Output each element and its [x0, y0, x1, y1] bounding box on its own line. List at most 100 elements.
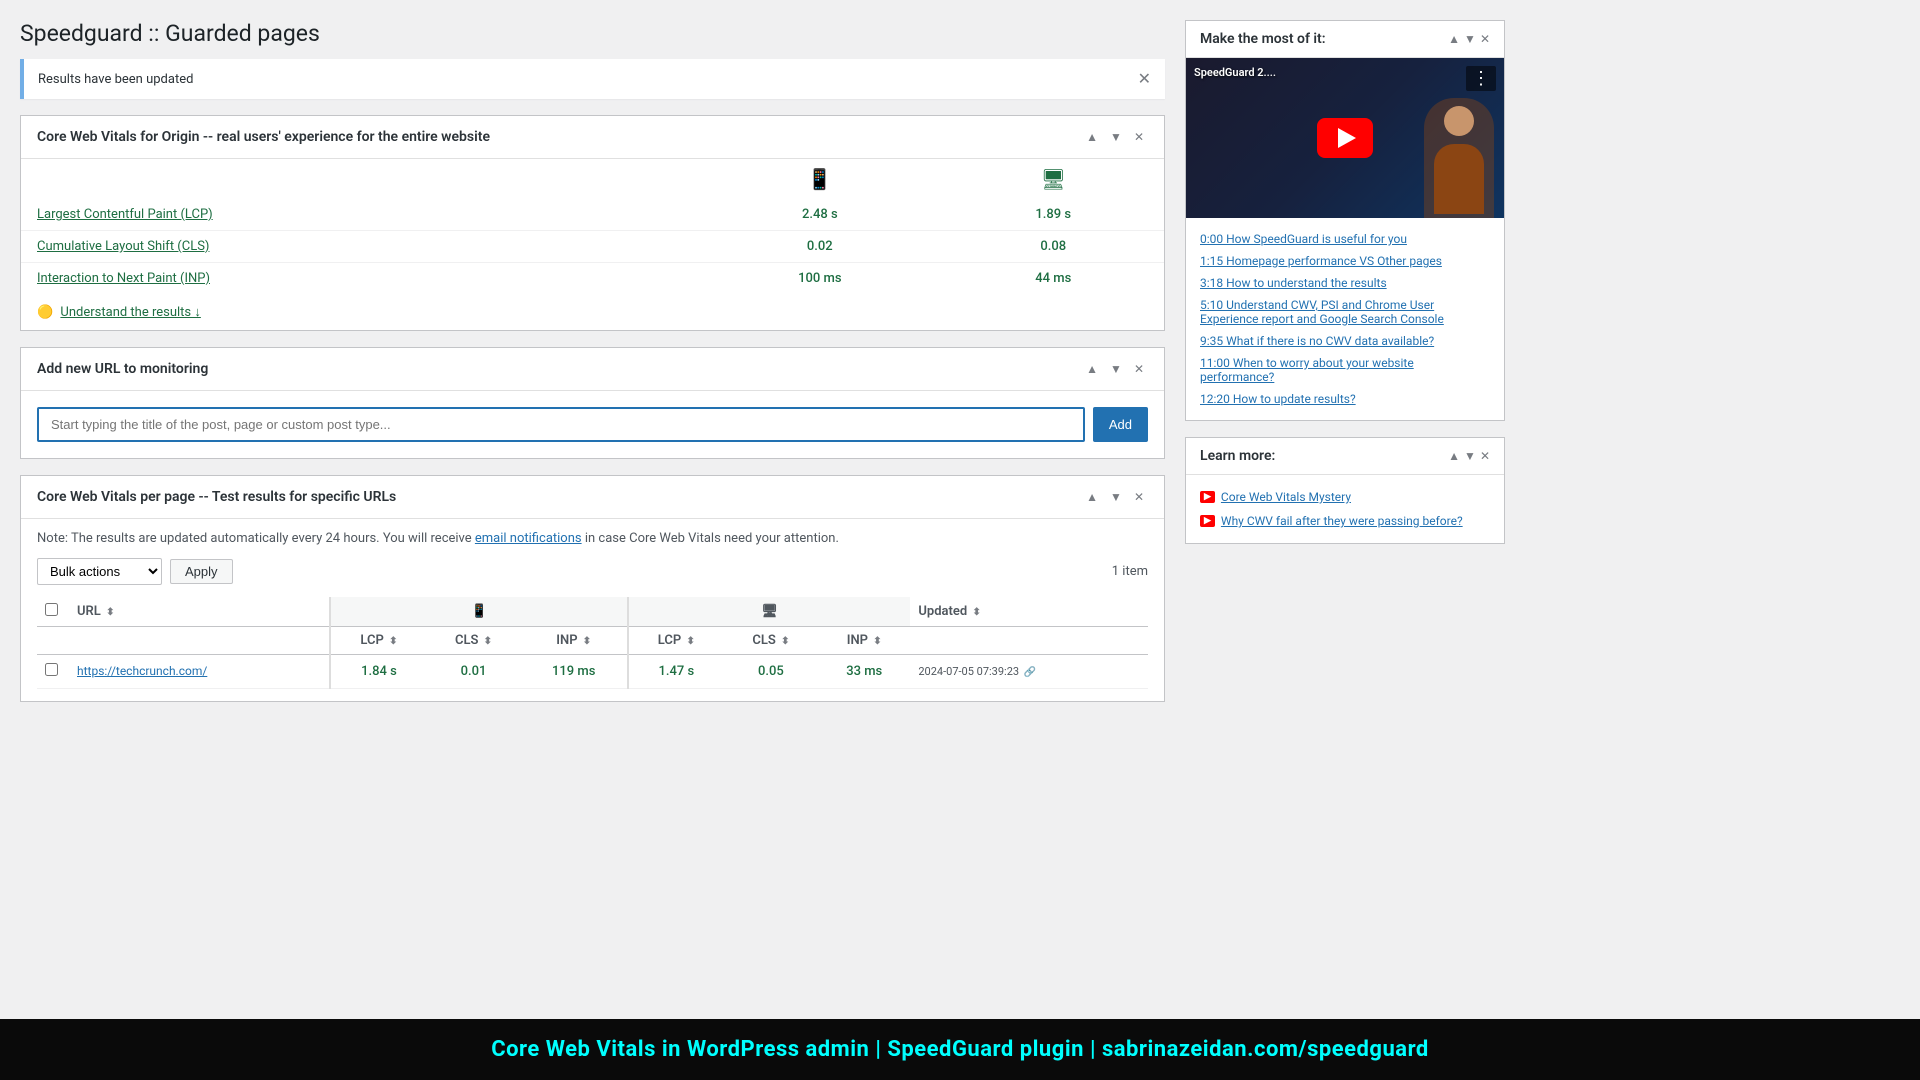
video-menu-icon[interactable]: ⋮ [1466, 66, 1496, 91]
toc-link[interactable]: 1:15 Homepage performance VS Other pages [1200, 254, 1442, 268]
toc-item: 12:20 How to update results? [1200, 388, 1490, 410]
email-notifications-link[interactable]: email notifications [475, 531, 582, 546]
bulk-actions-select[interactable]: Bulk actions [37, 558, 162, 585]
bulk-row: Bulk actions Apply 1 item [37, 558, 1148, 585]
toc-link[interactable]: 11:00 When to worry about your website p… [1200, 356, 1414, 384]
learn-item: ▶Why CWV fail after they were passing be… [1200, 509, 1490, 533]
play-triangle [1338, 128, 1356, 148]
updated-subheader [910, 627, 1148, 655]
metric-link[interactable]: Largest Contentful Paint (LCP) [37, 207, 213, 222]
toc-item: 1:15 Homepage performance VS Other pages [1200, 250, 1490, 272]
learn-more-collapse-down[interactable]: ▼ [1464, 449, 1476, 463]
desktop-group-header: 🖥 [628, 597, 911, 627]
desktop-value: 1.89 s [943, 199, 1164, 231]
cwv-origin-collapse-down[interactable]: ▼ [1106, 128, 1126, 146]
cwv-origin-header: Core Web Vitals for Origin -- real users… [21, 116, 1164, 159]
checkbox-spacer [37, 627, 69, 655]
table-row: Cumulative Layout Shift (CLS) 0.02 0.08 [21, 231, 1164, 263]
updated-sort-icon: ⬍ [972, 607, 980, 618]
add-url-card: Add new URL to monitoring ▲ ▼ ✕ Add [20, 347, 1165, 459]
mobile-cls-sort: ⬍ [484, 636, 492, 647]
mobile-inp-value: 119 ms [521, 655, 628, 689]
metric-link[interactable]: Interaction to Next Paint (INP) [37, 271, 210, 286]
make-most-collapse-down[interactable]: ▼ [1464, 32, 1476, 46]
per-page-header: Core Web Vitals per page -- Test results… [21, 476, 1164, 519]
per-page-collapse-up[interactable]: ▲ [1082, 488, 1102, 506]
mobile-device-icon: 📱 [471, 604, 487, 619]
table-row: https://techcrunch.com/ 1.84 s 0.01 119 … [37, 655, 1148, 689]
per-page-close[interactable]: ✕ [1130, 488, 1148, 506]
make-most-controls: ▲ ▼ ✕ [1448, 32, 1490, 46]
row-checkbox-cell [37, 655, 69, 689]
learn-more-collapse-up[interactable]: ▲ [1448, 449, 1460, 463]
cwv-origin-collapse-up[interactable]: ▲ [1082, 128, 1102, 146]
mobile-value: 100 ms [697, 263, 942, 295]
toc-link[interactable]: 9:35 What if there is no CWV data availa… [1200, 334, 1434, 348]
make-most-collapse-up[interactable]: ▲ [1448, 32, 1460, 46]
url-sort-icon: ⬍ [106, 607, 114, 618]
add-url-input[interactable] [37, 407, 1085, 442]
toc-item: 11:00 When to worry about your website p… [1200, 352, 1490, 388]
mobile-lcp-header[interactable]: LCP ⬍ [330, 627, 426, 655]
item-count: 1 item [1112, 564, 1148, 579]
learn-more-card: Learn more: ▲ ▼ ✕ ▶Core Web Vitals Myste… [1185, 437, 1505, 544]
metric-link[interactable]: Cumulative Layout Shift (CLS) [37, 239, 209, 254]
desktop-lcp-header[interactable]: LCP ⬍ [628, 627, 724, 655]
per-page-title: Core Web Vitals per page -- Test results… [37, 489, 396, 505]
add-url-controls: ▲ ▼ ✕ [1082, 360, 1148, 378]
video-play-button[interactable] [1317, 118, 1373, 158]
per-page-card: Core Web Vitals per page -- Test results… [20, 475, 1165, 702]
toc-link[interactable]: 3:18 How to understand the results [1200, 276, 1387, 290]
add-url-button[interactable]: Add [1093, 407, 1148, 442]
url-link[interactable]: https://techcrunch.com/ [77, 664, 207, 678]
per-page-collapse-down[interactable]: ▼ [1106, 488, 1126, 506]
table-row: Largest Contentful Paint (LCP) 2.48 s 1.… [21, 199, 1164, 231]
mobile-inp-header[interactable]: INP ⬍ [521, 627, 628, 655]
external-link-icon[interactable]: 🔗 [1024, 667, 1036, 678]
row-checkbox[interactable] [45, 663, 58, 676]
cwv-origin-card: Core Web Vitals for Origin -- real users… [20, 115, 1165, 331]
cwv-origin-body: 📱 🖥 Largest Contentful Paint (LCP) 2.48 … [21, 159, 1164, 330]
learn-link[interactable]: Core Web Vitals Mystery [1221, 490, 1351, 504]
mobile-icon: 📱 [807, 167, 832, 191]
desktop-inp-header[interactable]: INP ⬍ [818, 627, 910, 655]
mobile-cls-value: 0.01 [426, 655, 520, 689]
notice-text: Results have been updated [38, 72, 193, 87]
toc-item: 5:10 Understand CWV, PSI and Chrome User… [1200, 294, 1490, 330]
mobile-lcp-value: 1.84 s [330, 655, 426, 689]
updated-column-header[interactable]: Updated ⬍ [910, 597, 1148, 627]
understand-results-link[interactable]: Understand the results ↓ [60, 305, 200, 320]
learn-link[interactable]: Why CWV fail after they were passing bef… [1221, 514, 1463, 528]
video-container[interactable]: ⋮ SpeedGuard 2.... [1186, 58, 1504, 218]
desktop-value: 44 ms [943, 263, 1164, 295]
mobile-cls-header[interactable]: CLS ⬍ [426, 627, 520, 655]
select-all-checkbox[interactable] [45, 603, 58, 616]
learn-list: ▶ Core Web Vitals Mystery ▶Why CWV fail af… [1186, 475, 1504, 543]
bottom-banner: Core Web Vitals in WordPress admin | Spe… [0, 1019, 1920, 1080]
desktop-inp-value: 33 ms [818, 655, 910, 689]
learn-more-close[interactable]: ✕ [1480, 449, 1490, 463]
desktop-lcp-value: 1.47 s [628, 655, 724, 689]
cwv-origin-title: Core Web Vitals for Origin -- real users… [37, 129, 490, 145]
desktop-device-icon: 🖥 [761, 604, 778, 619]
add-url-title: Add new URL to monitoring [37, 361, 208, 377]
cwv-origin-close[interactable]: ✕ [1130, 128, 1148, 146]
note-suffix: in case Core Web Vitals need your attent… [585, 531, 839, 546]
apply-button[interactable]: Apply [170, 559, 233, 584]
learn-item: ▶ Core Web Vitals Mystery [1200, 485, 1490, 509]
learn-more-controls: ▲ ▼ ✕ [1448, 449, 1490, 463]
url-column-header[interactable]: URL ⬍ [69, 597, 330, 627]
toc-link[interactable]: 5:10 Understand CWV, PSI and Chrome User… [1200, 298, 1444, 326]
add-url-close[interactable]: ✕ [1130, 360, 1148, 378]
make-most-close[interactable]: ✕ [1480, 32, 1490, 46]
toc-link[interactable]: 0:00 How SpeedGuard is useful for you [1200, 232, 1407, 246]
desktop-icon: 🖥 [1041, 167, 1066, 191]
updated-cell: 2024-07-05 07:39:23 🔗 [910, 655, 1148, 689]
desktop-inp-sort: ⬍ [873, 636, 881, 647]
desktop-cls-header[interactable]: CLS ⬍ [724, 627, 818, 655]
add-url-collapse-up[interactable]: ▲ [1082, 360, 1102, 378]
youtube-badge: ▶ [1200, 491, 1215, 503]
add-url-collapse-down[interactable]: ▼ [1106, 360, 1126, 378]
toc-link[interactable]: 12:20 How to update results? [1200, 392, 1356, 406]
notice-close-button[interactable]: ✕ [1138, 69, 1151, 89]
